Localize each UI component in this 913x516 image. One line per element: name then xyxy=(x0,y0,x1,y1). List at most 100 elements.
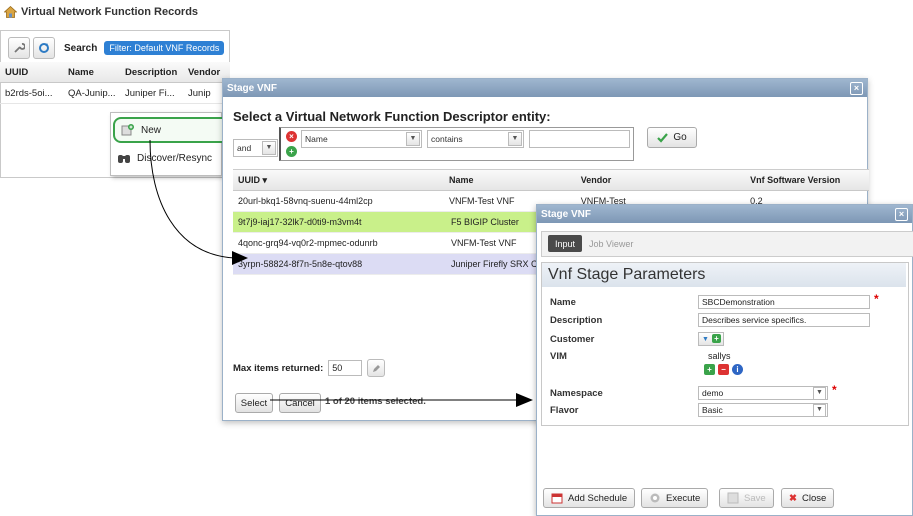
filter-pill[interactable]: Filter: Default VNF Records xyxy=(104,41,225,55)
name-label: Name xyxy=(550,297,576,308)
new-record-icon xyxy=(121,124,134,136)
go-label: Go xyxy=(673,132,687,143)
params-section: Vnf Stage Parameters Name SBCDemonstrati… xyxy=(541,262,909,426)
refresh-button[interactable] xyxy=(33,37,55,59)
calendar-icon xyxy=(551,493,563,504)
cell-uuid: 4qonc-grq94-vq0r2-mpmec-odunrb xyxy=(238,238,378,248)
wrench-icon xyxy=(14,43,25,53)
edit-max-button[interactable] xyxy=(367,359,386,377)
context-menu: New Discover/Resync xyxy=(110,112,231,176)
close-x-icon: ✖ xyxy=(789,492,797,504)
save-icon xyxy=(727,492,739,504)
save-label: Save xyxy=(744,492,766,504)
gear-icon xyxy=(650,493,660,503)
cell-name: QA-Junip... xyxy=(68,87,116,99)
records-toolbar: Search Filter: Default VNF Records xyxy=(8,37,225,59)
filter-value-input[interactable] xyxy=(529,130,630,148)
column-header-version[interactable]: Vnf Software Version xyxy=(745,175,869,185)
max-items-label: Max items returned: xyxy=(233,362,324,374)
stage-vnf-parameters-dialog: Stage VNF × Input Job Viewer Vnf Stage P… xyxy=(536,204,913,516)
close-icon[interactable]: × xyxy=(850,82,863,95)
add-schedule-button[interactable]: Add Schedule xyxy=(543,488,636,508)
context-menu-new[interactable]: New xyxy=(113,117,231,143)
remove-filter-icon[interactable]: × xyxy=(286,131,297,142)
search-label[interactable]: Search xyxy=(64,43,97,54)
cell-uuid: b2rds-5oi... xyxy=(5,87,53,99)
cancel-button[interactable]: Cancel xyxy=(279,393,321,413)
vim-label: VIM xyxy=(550,351,567,362)
selection-status: 1 of 20 items selected. xyxy=(325,396,426,407)
vim-value: sallys xyxy=(708,351,731,361)
dialog-titlebar[interactable]: Stage VNF × xyxy=(537,205,912,223)
required-marker: * xyxy=(832,383,837,397)
save-button[interactable]: Save xyxy=(719,488,774,508)
tabs-bar: Input Job Viewer xyxy=(541,231,913,257)
wrench-button[interactable] xyxy=(8,37,30,59)
pencil-icon xyxy=(372,364,380,372)
select-button[interactable]: Select xyxy=(235,393,273,413)
go-button[interactable]: Go xyxy=(647,127,697,148)
tab-input[interactable]: Input xyxy=(548,235,583,252)
cell-description: Juniper Fi... xyxy=(125,87,175,99)
close-icon[interactable]: × xyxy=(895,208,908,221)
info-icon[interactable]: i xyxy=(732,364,743,375)
filter-field-value: Name xyxy=(305,134,328,144)
namespace-label: Namespace xyxy=(550,388,603,399)
column-header-description[interactable]: Description xyxy=(120,67,183,78)
context-menu-discover[interactable]: Discover/Resync xyxy=(111,147,227,169)
table-row[interactable]: b2rds-5oi... QA-Junip... Juniper Fi... J… xyxy=(0,83,230,104)
flavor-label: Flavor xyxy=(550,405,579,416)
close-label: Close xyxy=(801,492,827,504)
flavor-select[interactable]: Basic ▼ xyxy=(698,403,828,417)
add-customer-icon: + xyxy=(712,334,721,343)
add-filter-icon[interactable]: + xyxy=(286,146,297,157)
checkmark-icon xyxy=(657,133,669,143)
chevron-down-icon: ▼ xyxy=(508,132,522,146)
cell-uuid: 20url-bkq1-58vnq-suenu-44ml2cp xyxy=(238,196,373,206)
add-vim-icon[interactable]: + xyxy=(704,364,715,375)
column-header-uuid[interactable]: UUID ▾ xyxy=(233,175,444,186)
column-header-name[interactable]: Name xyxy=(444,175,576,185)
section-title: Vnf Stage Parameters xyxy=(542,263,906,287)
dialog-title: Stage VNF xyxy=(541,208,592,220)
execute-label: Execute xyxy=(666,492,701,504)
chevron-down-icon: ▼ xyxy=(813,387,826,400)
records-table: UUID Name Description Vendor b2rds-5oi..… xyxy=(0,62,230,104)
conjunction-select[interactable]: and ▼ xyxy=(233,139,278,157)
description-label: Description xyxy=(550,315,603,326)
filter-field-select[interactable]: Name ▼ xyxy=(301,130,422,148)
dialog-titlebar[interactable]: Stage VNF × xyxy=(223,79,867,97)
execute-button[interactable]: Execute xyxy=(641,488,709,508)
customer-label: Customer xyxy=(550,334,595,345)
column-header-vendor[interactable]: Vendor xyxy=(183,67,228,78)
descriptor-table-header: UUID ▾ Name Vendor Vnf Software Version xyxy=(233,170,869,191)
filter-operator-select[interactable]: contains ▼ xyxy=(427,130,524,148)
tab-job-viewer[interactable]: Job Viewer xyxy=(582,235,640,252)
column-header-name[interactable]: Name xyxy=(63,67,120,78)
records-table-header: UUID Name Description Vendor xyxy=(0,62,230,83)
description-field[interactable]: Describes service specifics. xyxy=(698,313,870,327)
filter-box: × + Name ▼ contains ▼ xyxy=(279,127,634,161)
max-items-select[interactable]: 50 xyxy=(328,360,363,376)
max-items-value: 50 xyxy=(332,363,343,373)
column-header-uuid[interactable]: UUID xyxy=(0,67,63,78)
customer-select[interactable]: ▼ + xyxy=(698,332,724,346)
add-schedule-label: Add Schedule xyxy=(568,492,628,504)
namespace-select[interactable]: demo ▼ xyxy=(698,386,828,400)
cell-uuid: 3yrpn-58824-8f7n-5n8e-qtov88 xyxy=(238,259,363,269)
chevron-down-icon: ▼ xyxy=(813,404,826,417)
required-marker: * xyxy=(874,292,879,306)
column-header-vendor[interactable]: Vendor xyxy=(576,175,745,185)
pager: Max items returned: 50 xyxy=(233,359,386,377)
context-menu-discover-label: Discover/Resync xyxy=(137,152,213,164)
flavor-value: Basic xyxy=(702,405,723,415)
chevron-down-icon: ▼ xyxy=(262,141,276,155)
binoculars-icon xyxy=(118,155,130,163)
cell-uuid: 9t7j9-iaj17-32lk7-d0ti9-m3vm4t xyxy=(238,217,362,227)
name-field[interactable]: SBCDemonstration xyxy=(698,295,870,309)
remove-vim-icon[interactable]: − xyxy=(718,364,729,375)
close-button[interactable]: ✖ Close xyxy=(781,488,835,508)
conjunction-value: and xyxy=(237,143,252,153)
page-title: Virtual Network Function Records xyxy=(4,4,198,20)
sort-desc-icon: ▾ xyxy=(262,174,268,185)
